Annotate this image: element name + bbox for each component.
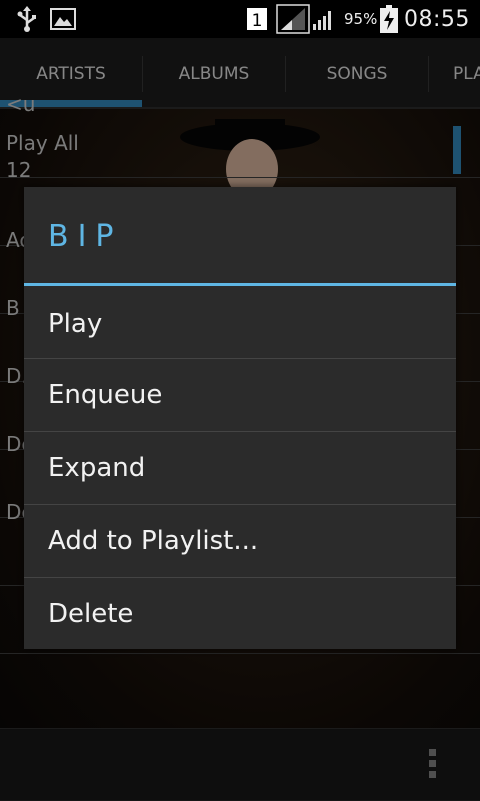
status-bar: 1 95% 08:55 bbox=[0, 0, 480, 38]
battery-percent: 95% bbox=[344, 10, 378, 28]
menu-item-play[interactable]: Play bbox=[24, 288, 456, 360]
signal-icon bbox=[312, 0, 336, 38]
signal-icon bbox=[276, 0, 310, 38]
image-icon bbox=[50, 0, 76, 38]
context-menu-dialog: BIP Play Enqueue Expand Add to Playlist.… bbox=[24, 187, 456, 649]
menu-item-label: Add to Playlist... bbox=[48, 526, 259, 556]
menu-item-expand[interactable]: Expand bbox=[24, 432, 456, 504]
menu-item-delete[interactable]: Delete bbox=[24, 578, 456, 650]
clock: 08:55 bbox=[404, 6, 470, 32]
menu-item-label: Delete bbox=[48, 599, 134, 629]
dialog-title-divider bbox=[24, 283, 456, 286]
battery-charging-icon bbox=[380, 0, 398, 38]
sim-slot-number: 1 bbox=[252, 11, 263, 31]
menu-item-add-to-playlist[interactable]: Add to Playlist... bbox=[24, 505, 456, 577]
sim-1-icon: 1 bbox=[246, 0, 268, 38]
menu-item-enqueue[interactable]: Enqueue bbox=[24, 359, 456, 431]
menu-item-label: Expand bbox=[48, 453, 146, 483]
usb-icon bbox=[16, 0, 38, 38]
menu-item-label: Play bbox=[48, 309, 103, 339]
dialog-title: BIP bbox=[48, 218, 123, 254]
menu-item-label: Enqueue bbox=[48, 380, 163, 410]
